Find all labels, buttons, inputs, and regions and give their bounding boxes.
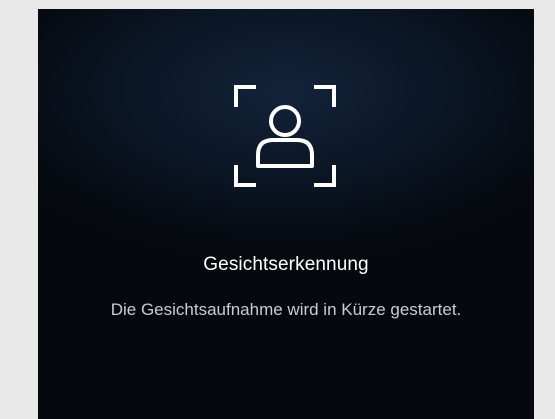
page-title: Gesichtserkennung	[203, 254, 369, 275]
status-message: Die Gesichtsaufnahme wird in Kürze gesta…	[110, 300, 462, 319]
face-scan-icon	[234, 85, 336, 187]
face-recognition-screen: Gesichtserkennung Die Gesichtsaufnahme w…	[38, 9, 534, 419]
